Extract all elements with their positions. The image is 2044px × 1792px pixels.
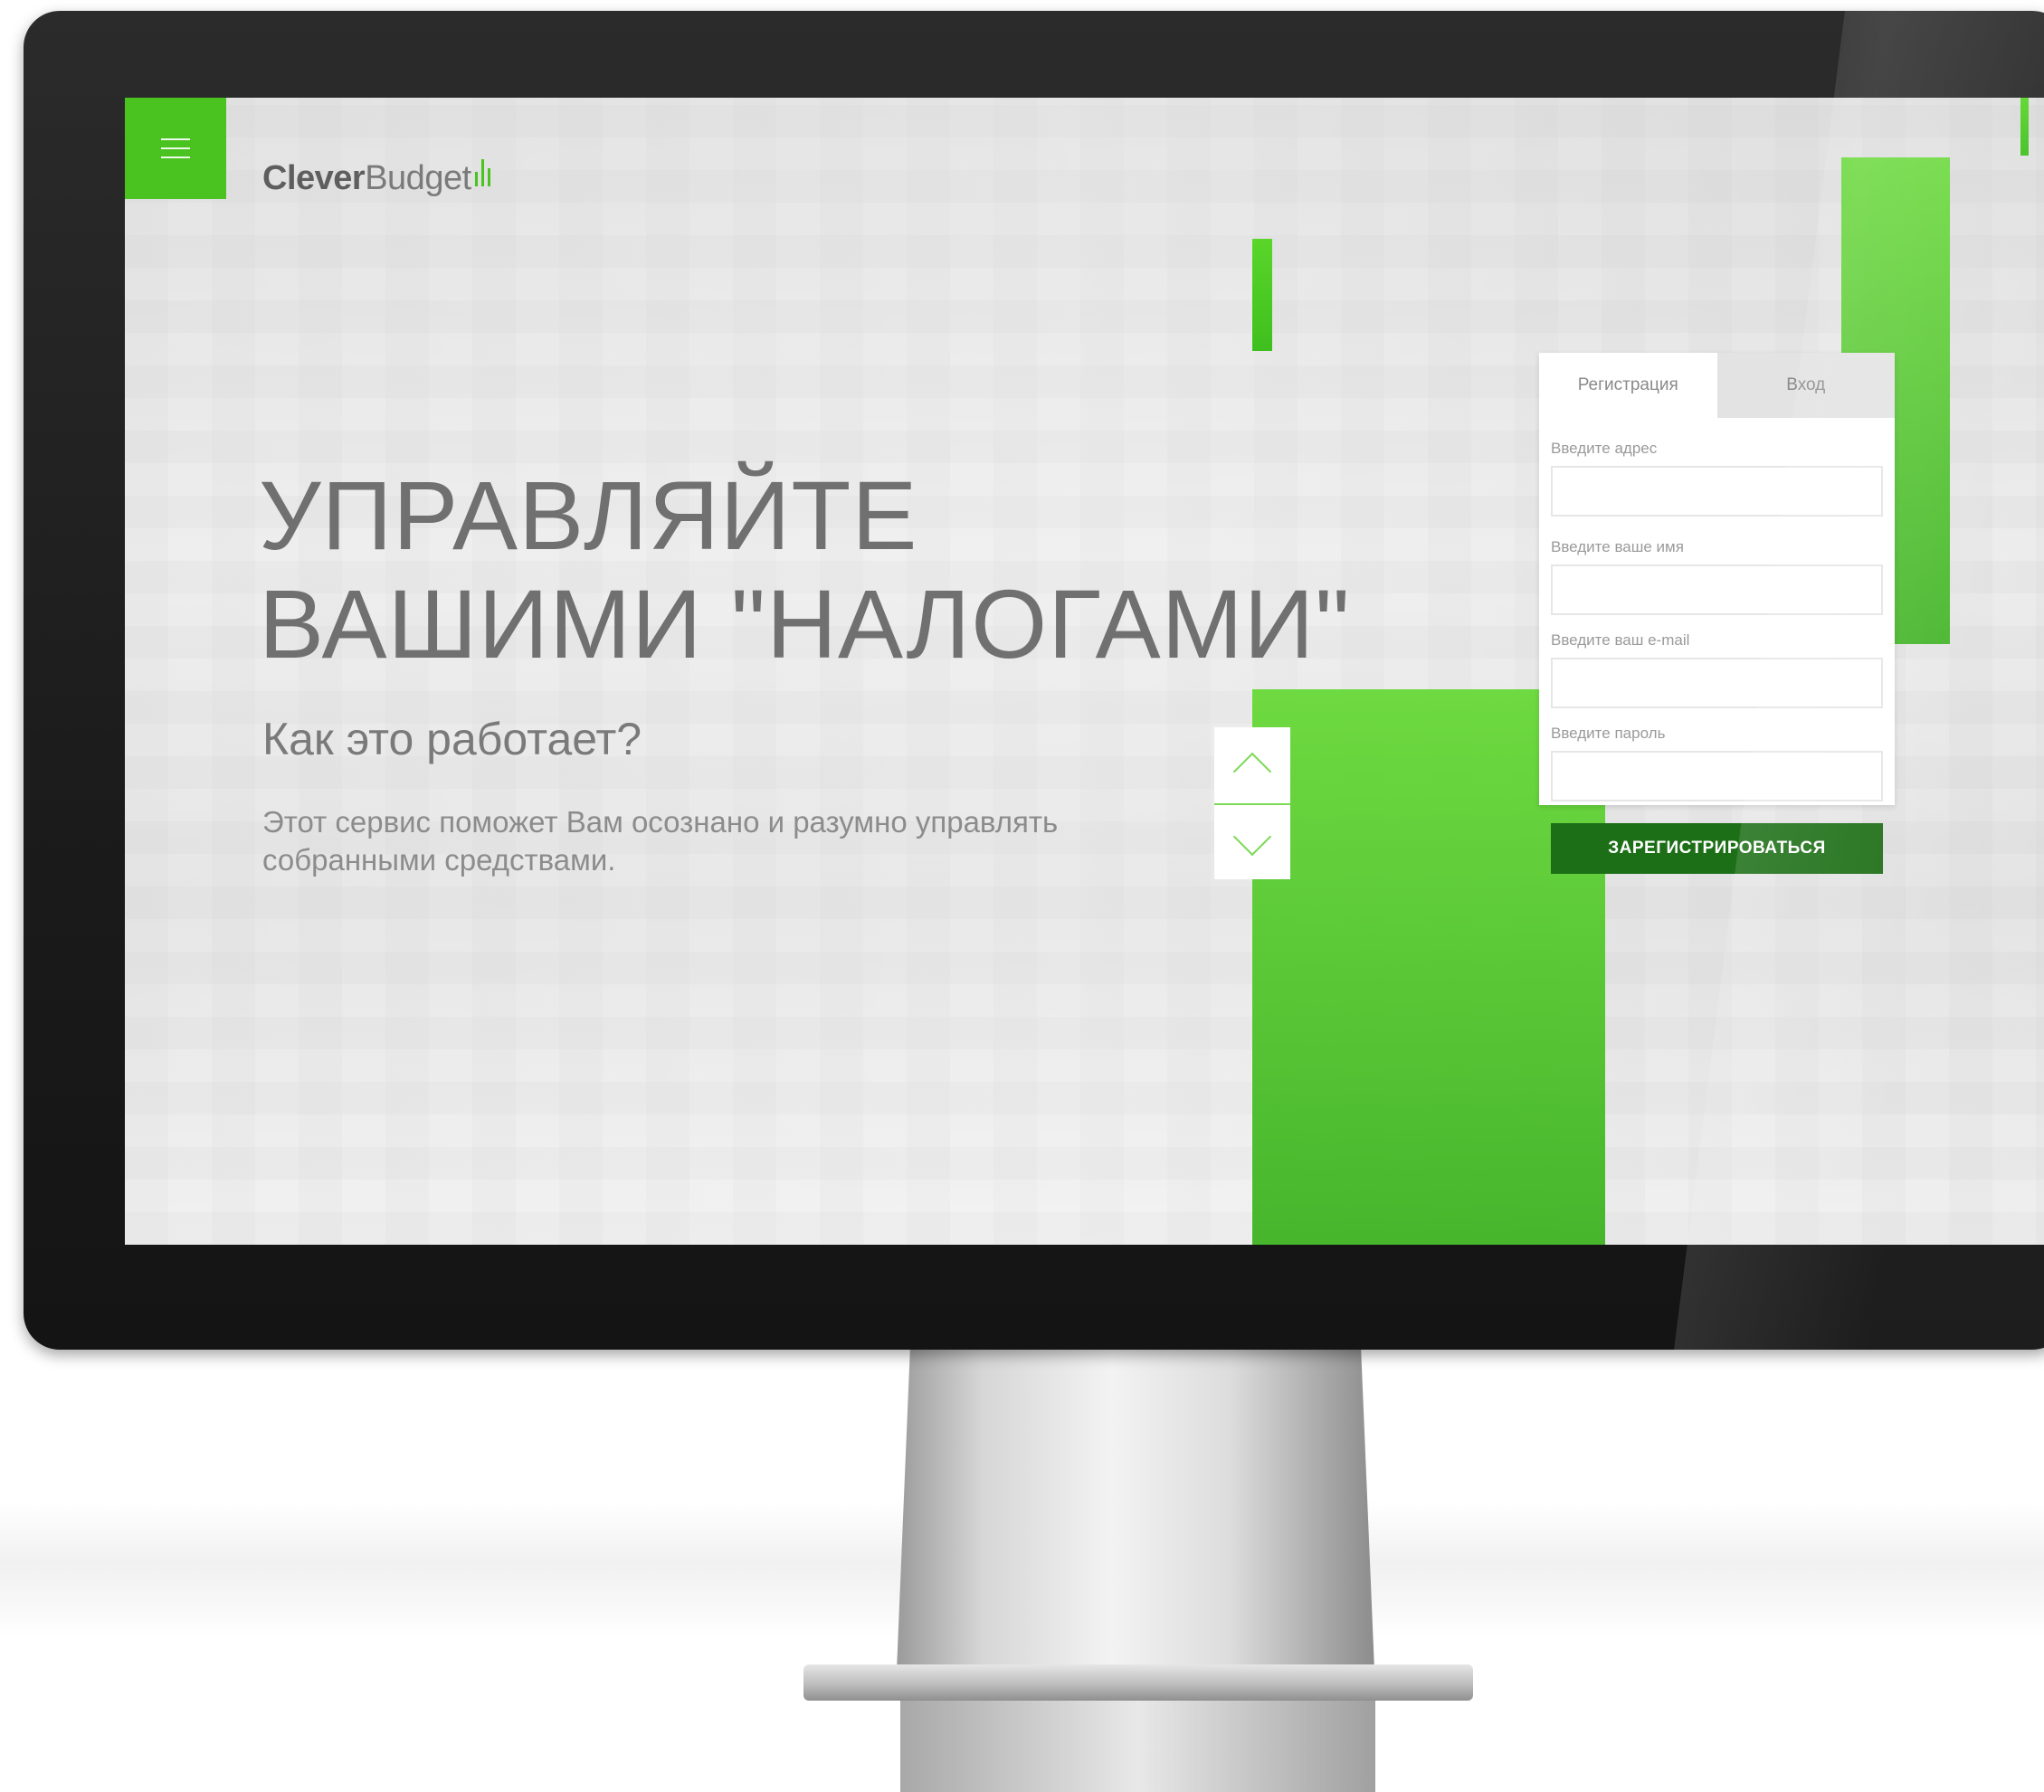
green-accent-thin-bar xyxy=(2020,98,2029,156)
logo-bars-icon xyxy=(474,159,490,186)
address-input[interactable] xyxy=(1551,466,1883,517)
logo[interactable]: Clever Budget xyxy=(262,159,490,198)
auth-form-body: Введите адрес Введите ваше имя Введите в… xyxy=(1539,440,1895,874)
name-input[interactable] xyxy=(1551,564,1883,615)
slider-controls xyxy=(1214,727,1290,879)
hamburger-menu-icon xyxy=(161,138,190,158)
chevron-down-icon xyxy=(1232,817,1272,857)
slide-down-button[interactable] xyxy=(1214,803,1290,881)
hero-headline: УПРАВЛЯЙТЕ ВАШИМИ "НАЛОГАМИ" xyxy=(259,461,1351,678)
password-label: Введите пароль xyxy=(1551,725,1666,742)
logo-text-bold: Clever xyxy=(262,159,366,197)
slide-up-button[interactable] xyxy=(1214,727,1290,803)
hero-description-line2: собранными средствами. xyxy=(262,843,616,877)
monitor-stand-base xyxy=(803,1664,1473,1701)
tab-login[interactable]: Вход xyxy=(1716,353,1895,418)
website-screen: Clever Budget УПРАВЛЯЙТЕ ВАШИМИ "НАЛОГАМИ… xyxy=(125,98,2044,1245)
tab-registration[interactable]: Регистрация xyxy=(1539,353,1717,418)
monitor-stand-neck xyxy=(896,1348,1375,1692)
logo-text-light: Budget xyxy=(365,159,471,197)
hero-headline-line1: УПРАВЛЯЙТЕ xyxy=(259,460,918,570)
hero-description: Этот сервис поможет Вам осознано и разум… xyxy=(262,803,1149,879)
hero-subtitle: Как это работает? xyxy=(262,714,642,764)
auth-tabs: Регистрация Вход xyxy=(1539,353,1895,418)
register-button[interactable]: ЗАРЕГИСТРИРОВАТЬСЯ xyxy=(1551,823,1883,874)
address-label: Введите адрес xyxy=(1551,440,1658,457)
auth-form-card: Регистрация Вход Введите адрес Введите в… xyxy=(1539,353,1895,874)
hero-headline-line2: ВАШИМИ "НАЛОГАМИ" xyxy=(259,569,1351,678)
chevron-up-icon xyxy=(1232,752,1272,792)
name-label: Введите ваше имя xyxy=(1551,538,1684,555)
green-accent-bar xyxy=(1252,239,1272,351)
email-input[interactable] xyxy=(1551,658,1883,708)
password-input[interactable] xyxy=(1551,751,1883,801)
menu-button[interactable] xyxy=(125,98,226,199)
email-label: Введите ваш e-mail xyxy=(1551,631,1690,649)
hero-description-line1: Этот сервис поможет Вам осознано и разум… xyxy=(262,805,1059,839)
monitor-stand-bottom xyxy=(900,1701,1375,1792)
